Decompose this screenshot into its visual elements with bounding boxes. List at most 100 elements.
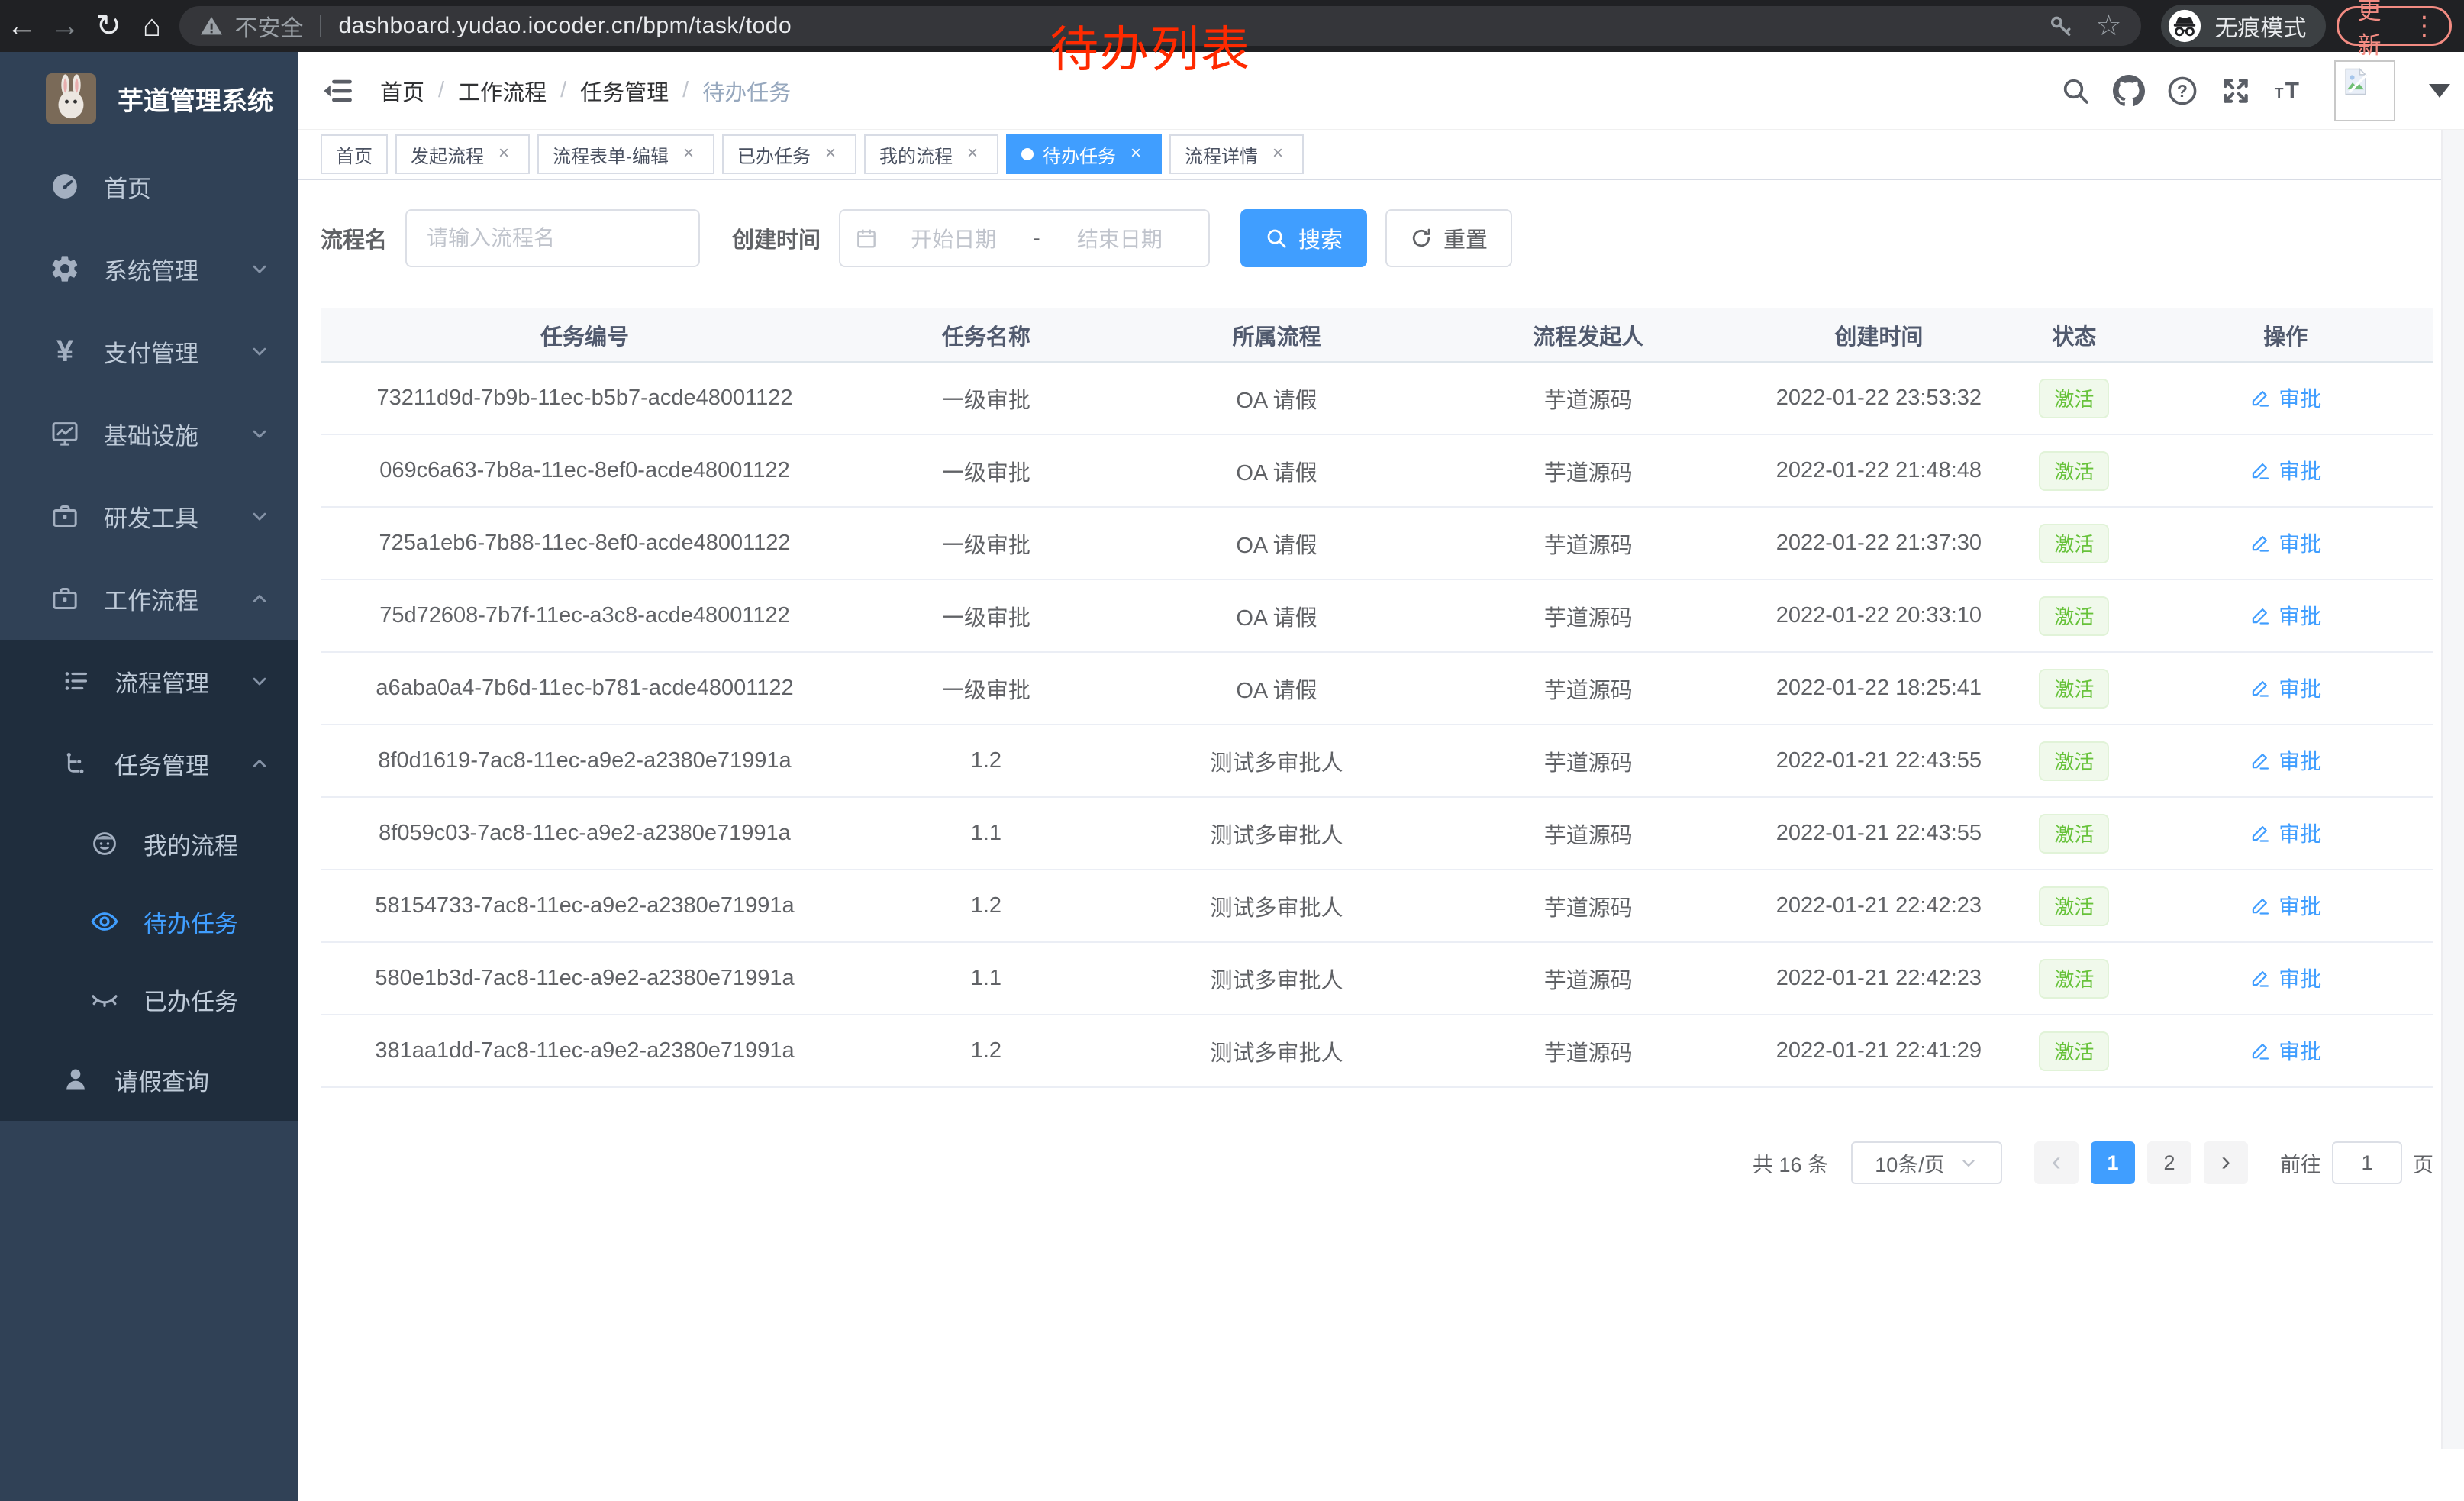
- fullscreen-icon[interactable]: [2220, 75, 2252, 107]
- tab-home[interactable]: 首页: [321, 134, 388, 174]
- cell-create-time: 2022-01-21 22:43:55: [1746, 797, 2011, 870]
- browser-update-button[interactable]: 更新 ⋮: [2337, 6, 2452, 46]
- sidebar-item-leave-query[interactable]: 请假查询: [0, 1038, 298, 1121]
- edit-pen-icon: [2250, 750, 2271, 771]
- tab-todo-tasks[interactable]: 待办任务×: [1006, 134, 1162, 174]
- col-status: 状态: [2011, 308, 2137, 362]
- approve-button[interactable]: 审批: [2250, 455, 2321, 486]
- cell-task-name: 1.2: [849, 870, 1124, 942]
- approve-button[interactable]: 审批: [2250, 1035, 2321, 1066]
- sidebar: 芋道管理系统 首页 系统管理 ¥ 支付管理 基础设施 研发工具 工作流程 流程管…: [0, 52, 298, 1501]
- approve-button[interactable]: 审批: [2250, 600, 2321, 631]
- page-size-select[interactable]: 10条/页: [1851, 1141, 2002, 1184]
- approve-button[interactable]: 审批: [2250, 528, 2321, 558]
- cell-task-name: 一级审批: [849, 362, 1124, 434]
- prev-page-button[interactable]: ‹: [2034, 1141, 2079, 1184]
- table-row: 75d72608-7b7f-11ec-a3c8-acde48001122 一级审…: [321, 579, 2433, 652]
- cell-starter: 芋道源码: [1430, 652, 1746, 725]
- person-face-icon: [87, 826, 122, 861]
- browser-menu-icon[interactable]: ⋮: [2411, 13, 2437, 39]
- font-size-icon[interactable]: TT: [2273, 75, 2305, 107]
- cell-status: 激活: [2011, 434, 2137, 507]
- sidebar-item-my-process[interactable]: 我的流程: [0, 805, 298, 883]
- tab-start-process[interactable]: 发起流程×: [395, 134, 530, 174]
- security-warning-label: 不安全: [234, 9, 303, 43]
- status-badge: 激活: [2039, 379, 2109, 418]
- goto-page-input[interactable]: [2332, 1141, 2402, 1184]
- table-row: 8f0d1619-7ac8-11ec-a9e2-a2380e71991a 1.2…: [321, 725, 2433, 797]
- breadcrumb-current: 待办任务: [702, 75, 791, 107]
- search-icon[interactable]: [2059, 75, 2091, 107]
- browser-reload-icon[interactable]: ↻: [87, 0, 131, 52]
- breadcrumb-task-mgmt[interactable]: 任务管理: [580, 75, 669, 107]
- col-starter: 流程发起人: [1430, 308, 1746, 362]
- cell-process: OA 请假: [1124, 507, 1430, 579]
- cell-actions: 审批: [2137, 942, 2433, 1015]
- address-bar[interactable]: 不安全 dashboard.yudao.iocoder.cn/bpm/task/…: [179, 6, 2141, 46]
- browser-back-icon[interactable]: ←: [0, 0, 44, 52]
- sidebar-fold-icon[interactable]: [321, 74, 354, 108]
- svg-text:T: T: [2285, 78, 2299, 103]
- close-icon[interactable]: ×: [1267, 144, 1288, 165]
- help-icon[interactable]: ?: [2166, 75, 2198, 107]
- close-icon[interactable]: ×: [820, 144, 841, 165]
- search-button[interactable]: 搜索: [1240, 209, 1367, 267]
- table-row: a6aba0a4-7b6d-11ec-b781-acde48001122 一级审…: [321, 652, 2433, 725]
- sidebar-item-payment[interactable]: ¥ 支付管理: [0, 310, 298, 392]
- tab-done-tasks[interactable]: 已办任务×: [722, 134, 856, 174]
- cell-status: 激活: [2011, 797, 2137, 870]
- sidebar-item-system[interactable]: 系统管理: [0, 228, 298, 310]
- breadcrumb-workflow[interactable]: 工作流程: [458, 75, 547, 107]
- date-range-input[interactable]: 开始日期 - 结束日期: [839, 209, 1210, 267]
- close-icon[interactable]: ×: [493, 144, 514, 165]
- password-key-icon[interactable]: [2048, 13, 2074, 39]
- top-navbar: 首页 / 工作流程 / 任务管理 / 待办任务 ? TT: [298, 52, 2464, 130]
- sidebar-item-todo-tasks[interactable]: 待办任务: [0, 883, 298, 960]
- app-logo-row[interactable]: 芋道管理系统: [0, 52, 298, 145]
- status-badge: 激活: [2039, 596, 2109, 636]
- cell-status: 激活: [2011, 870, 2137, 942]
- sidebar-item-task-mgmt[interactable]: 任务管理: [0, 722, 298, 805]
- breadcrumb-home[interactable]: 首页: [380, 75, 424, 107]
- approve-button[interactable]: 审批: [2250, 818, 2321, 848]
- sidebar-item-infrastructure[interactable]: 基础设施: [0, 392, 298, 475]
- browser-home-icon[interactable]: ⌂: [131, 0, 174, 52]
- sidebar-item-done-tasks[interactable]: 已办任务: [0, 960, 298, 1038]
- table-row: 73211d9d-7b9b-11ec-b5b7-acde48001122 一级审…: [321, 362, 2433, 434]
- cell-task-name: 一级审批: [849, 579, 1124, 652]
- svg-text:?: ?: [2177, 80, 2188, 100]
- scrollbar-track[interactable]: [2441, 130, 2464, 1449]
- browser-toolbar: ← → ↻ ⌂ 不安全 dashboard.yudao.iocoder.cn/b…: [0, 0, 2464, 52]
- avatar-caret-icon[interactable]: [2429, 84, 2450, 98]
- approve-button[interactable]: 审批: [2250, 963, 2321, 993]
- sidebar-item-workflow[interactable]: 工作流程: [0, 557, 298, 640]
- avatar[interactable]: [2334, 60, 2395, 121]
- sidebar-item-home[interactable]: 首页: [0, 145, 298, 228]
- bookmark-star-icon[interactable]: ☆: [2095, 11, 2121, 40]
- approve-button[interactable]: 审批: [2250, 673, 2321, 703]
- edit-pen-icon: [2250, 387, 2271, 408]
- approve-button[interactable]: 审批: [2250, 383, 2321, 413]
- tab-process-detail[interactable]: 流程详情×: [1169, 134, 1304, 174]
- page-1-button[interactable]: 1: [2091, 1141, 2135, 1184]
- process-name-input[interactable]: [405, 209, 700, 267]
- browser-forward-icon[interactable]: →: [44, 0, 87, 52]
- col-process: 所属流程: [1124, 308, 1430, 362]
- tab-my-process[interactable]: 我的流程×: [864, 134, 998, 174]
- sidebar-item-process-mgmt[interactable]: 流程管理: [0, 640, 298, 722]
- broken-image-icon: [2339, 65, 2372, 98]
- url-text: dashboard.yudao.iocoder.cn/bpm/task/todo: [338, 13, 792, 39]
- col-actions: 操作: [2137, 308, 2433, 362]
- reset-button[interactable]: 重置: [1385, 209, 1512, 267]
- page-2-button[interactable]: 2: [2147, 1141, 2191, 1184]
- github-icon[interactable]: [2113, 75, 2145, 107]
- sidebar-item-devtools[interactable]: 研发工具: [0, 475, 298, 557]
- cell-task-id: 725a1eb6-7b88-11ec-8ef0-acde48001122: [321, 507, 849, 579]
- tab-form-edit[interactable]: 流程表单-编辑×: [537, 134, 714, 174]
- close-icon[interactable]: ×: [1125, 144, 1147, 165]
- next-page-button[interactable]: ›: [2204, 1141, 2248, 1184]
- close-icon[interactable]: ×: [962, 144, 983, 165]
- approve-button[interactable]: 审批: [2250, 745, 2321, 776]
- approve-button[interactable]: 审批: [2250, 890, 2321, 921]
- close-icon[interactable]: ×: [678, 144, 699, 165]
